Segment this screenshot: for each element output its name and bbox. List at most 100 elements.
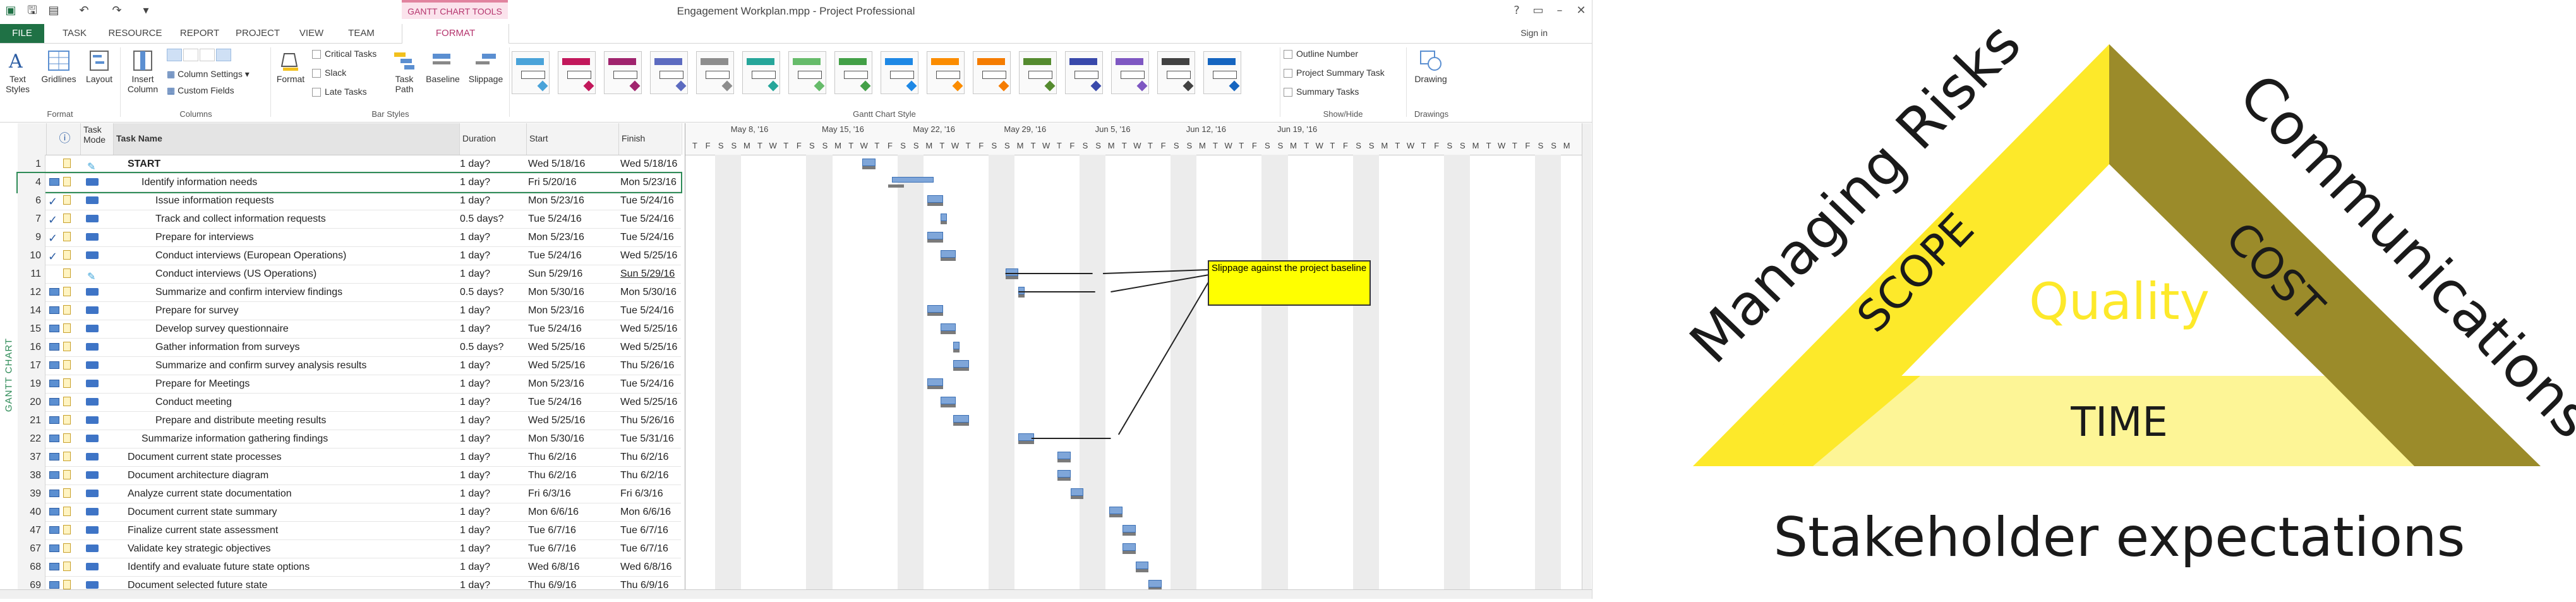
start-cell[interactable]: Mon 5/23/16 [528, 375, 617, 393]
task-name-cell[interactable]: Prepare for survey [114, 301, 454, 320]
task-bar[interactable] [927, 195, 943, 203]
table-row[interactable]: 17 Summarize and confirm survey analysis … [18, 356, 681, 375]
task-bar[interactable] [1057, 452, 1071, 459]
start-cell[interactable]: Tue 6/7/16 [528, 521, 617, 539]
gantt-style-swatch[interactable] [1065, 51, 1103, 94]
finish-header[interactable]: Finish [619, 123, 682, 155]
start-cell[interactable]: Mon 5/23/16 [528, 301, 617, 320]
task-mode-cell[interactable] [81, 430, 111, 448]
duration-cell[interactable]: 1 day? [460, 265, 523, 283]
task-bar[interactable] [1018, 433, 1034, 441]
gantt-style-swatch[interactable] [1203, 51, 1241, 94]
gantt-style-swatch[interactable] [788, 51, 826, 94]
gantt-style-swatch[interactable] [650, 51, 688, 94]
row-id[interactable]: 22 [18, 430, 45, 448]
task-mode-cell[interactable] [81, 191, 111, 210]
table-row[interactable]: 10 ✓ Conduct interviews (European Operatio… [18, 246, 681, 265]
task-mode-cell[interactable] [81, 448, 111, 466]
gantt-style-swatch[interactable] [1019, 51, 1057, 94]
start-cell[interactable]: Mon 6/6/16 [528, 503, 617, 521]
row-id[interactable]: 16 [18, 338, 45, 356]
start-cell[interactable]: Tue 5/24/16 [528, 210, 617, 228]
task-mode-cell[interactable] [81, 521, 111, 539]
duration-cell[interactable]: 1 day? [460, 539, 523, 558]
table-row[interactable]: 9 ✓ Prepare for interviews 1 day? Mon 5/23/1… [18, 228, 681, 247]
tab-project[interactable]: PROJECT [232, 24, 283, 43]
start-cell[interactable]: Tue 5/24/16 [528, 320, 617, 338]
task-mode-cell[interactable] [81, 485, 111, 503]
start-cell[interactable]: Tue 5/24/16 [528, 393, 617, 411]
duration-cell[interactable]: 1 day? [460, 356, 523, 375]
task-bar[interactable] [1122, 525, 1136, 533]
task-bar[interactable] [1135, 562, 1149, 569]
table-row[interactable]: 20 Conduct meeting 1 day? Tue 5/24/16 Wed 5/… [18, 393, 681, 412]
tab-task[interactable]: TASK [56, 24, 93, 43]
row-id[interactable]: 67 [18, 539, 45, 558]
tab-report[interactable]: REPORT [177, 24, 222, 43]
task-mode-cell[interactable] [81, 246, 111, 265]
table-row[interactable]: 22 Summarize information gathering findin… [18, 430, 681, 448]
start-header[interactable]: Start [527, 123, 619, 155]
indicators-header[interactable]: ⓘ [47, 123, 81, 155]
table-row[interactable]: 14 Prepare for survey 1 day? Mon 5/23/16 Tue… [18, 301, 681, 320]
task-name-cell[interactable]: Prepare for Meetings [114, 375, 454, 393]
task-bar[interactable] [940, 323, 956, 331]
task-name-cell[interactable]: Gather information from surveys [114, 338, 454, 356]
duration-cell[interactable]: 1 day? [460, 228, 523, 246]
task-mode-cell[interactable] [81, 356, 111, 375]
table-row[interactable]: 37 Document current state processes 1 day?… [18, 448, 681, 467]
task-name-cell[interactable]: Document current state summary [114, 503, 454, 521]
slippage-button[interactable]: Slippage [465, 49, 507, 84]
custom-fields-button[interactable]: ▦ Custom Fields [167, 85, 234, 96]
task-name-cell[interactable]: Identify information needs [114, 173, 454, 191]
summary-bar[interactable] [892, 177, 934, 183]
task-mode-cell[interactable] [81, 301, 111, 320]
task-mode-cell[interactable] [81, 375, 111, 393]
task-mode-cell[interactable] [81, 173, 111, 191]
task-mode-cell[interactable] [81, 283, 111, 301]
task-bar[interactable] [953, 415, 969, 423]
row-id[interactable]: 20 [18, 393, 45, 411]
duration-cell[interactable]: 0.5 days? [460, 210, 523, 228]
task-bar[interactable] [1148, 580, 1162, 587]
start-cell[interactable]: Tue 5/24/16 [528, 246, 617, 265]
task-mode-cell[interactable] [81, 503, 111, 521]
start-cell[interactable]: Fri 6/3/16 [528, 485, 617, 503]
row-id[interactable]: 40 [18, 503, 45, 521]
task-mode-cell[interactable] [81, 210, 111, 228]
row-id[interactable]: 14 [18, 301, 45, 320]
start-cell[interactable]: Wed 5/25/16 [528, 356, 617, 375]
help-button[interactable]: ? [1506, 3, 1527, 19]
duration-cell[interactable]: 1 day? [460, 448, 523, 466]
start-cell[interactable]: Wed 5/25/16 [528, 338, 617, 356]
table-row[interactable]: 12 Summarize and confirm interview findin… [18, 283, 681, 302]
task-name-cell[interactable]: Develop survey questionnaire [114, 320, 454, 338]
tab-file[interactable]: FILE [0, 24, 44, 43]
tab-resource[interactable]: RESOURCE [104, 24, 167, 43]
task-bar[interactable] [927, 305, 943, 313]
row-id[interactable]: 4 [18, 173, 45, 191]
gantt-style-swatch[interactable] [1157, 51, 1195, 94]
duration-cell[interactable]: 1 day? [460, 173, 523, 191]
duration-cell[interactable]: 1 day? [460, 521, 523, 539]
late-tasks-checkbox[interactable]: Late Tasks [312, 87, 367, 97]
table-row[interactable]: 40 Document current state summary 1 day? Mo… [18, 503, 681, 522]
table-row[interactable]: 39 Analyze current state documentation 1 d… [18, 485, 681, 503]
tab-team[interactable]: TEAM [341, 24, 382, 43]
start-cell[interactable]: Tue 6/7/16 [528, 539, 617, 558]
summary-tasks-checkbox[interactable]: Summary Tasks [1284, 87, 1359, 97]
task-name-cell[interactable]: Validate key strategic objectives [114, 539, 454, 558]
task-name-cell[interactable]: Finalize current state assessment [114, 521, 454, 539]
align-buttons[interactable] [167, 49, 231, 63]
table-row[interactable]: 11 ✎ Conduct interviews (US Operations) 1 d… [18, 265, 681, 284]
layout-button[interactable]: Layout [82, 49, 116, 84]
task-bar[interactable] [940, 397, 956, 404]
gantt-style-swatch[interactable] [927, 51, 965, 94]
start-cell[interactable]: Mon 5/23/16 [528, 191, 617, 210]
task-name-cell[interactable]: Conduct interviews (US Operations) [114, 265, 454, 283]
task-bar[interactable] [927, 378, 943, 386]
task-mode-cell[interactable]: ✎ [81, 265, 111, 283]
row-id[interactable]: 68 [18, 558, 45, 576]
task-name-cell[interactable]: Issue information requests [114, 191, 454, 210]
sign-in-link[interactable]: Sign in [1520, 28, 1548, 38]
